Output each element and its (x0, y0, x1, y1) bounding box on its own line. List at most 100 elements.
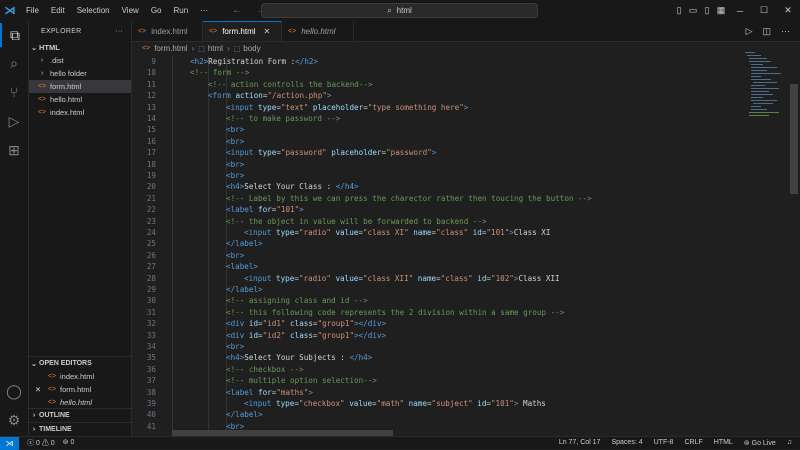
tab-hello-html[interactable]: <> hello.html (282, 21, 354, 41)
breadcrumb-body[interactable]: body (243, 44, 260, 53)
back-arrow-icon[interactable]: ← (232, 5, 242, 16)
code-line: 16 <br> (132, 136, 742, 147)
line-number: 29 (146, 285, 156, 294)
tree-folder[interactable]: › .dist (29, 54, 131, 67)
element-icon: ⬚ (198, 45, 205, 53)
code-text: <!-- this following code represents the … (226, 307, 565, 317)
line-number: 17 (146, 148, 156, 158)
code-line: 29 </label> (132, 284, 742, 295)
go-live-button[interactable]: ⊚ Go Live (744, 439, 776, 447)
breadcrumb-html[interactable]: html (208, 44, 223, 53)
vscode-logo-icon: ⋊ (4, 5, 16, 17)
extensions-icon[interactable]: ⊞ (0, 138, 28, 162)
code-text: <form action="/action.php"> (208, 91, 332, 101)
workspace-folder-label: HTML (39, 43, 60, 52)
encoding[interactable]: UTF-8 (654, 439, 674, 447)
line-number: 20 (146, 182, 156, 192)
ports-indicator[interactable]: ⊚ 0 (63, 438, 75, 448)
menu-item[interactable]: File (20, 0, 45, 21)
cursor-position[interactable]: Ln 77, Col 17 (559, 439, 601, 447)
open-editor-item[interactable]: <> index.html (29, 370, 131, 383)
run-icon[interactable]: ▷ (746, 26, 753, 37)
code-text: <!-- form --> (190, 68, 250, 78)
code-line: 30 <!-- assigning class and id --> (132, 295, 742, 306)
minimap[interactable] (743, 42, 789, 432)
line-number: 14 (146, 114, 156, 123)
account-icon[interactable]: ◯ (0, 379, 28, 403)
tab-label: hello.html (301, 26, 336, 36)
html-file-icon: <> (142, 45, 151, 52)
code-text: <label for="maths"> (226, 387, 313, 397)
search-icon[interactable]: ⌕ (0, 51, 28, 75)
remote-indicator-icon[interactable]: ⋊ (0, 436, 19, 450)
html-file-icon: <> (209, 28, 218, 35)
tree-folder[interactable]: › hello folder (29, 67, 131, 80)
menu-item[interactable]: ··· (194, 0, 214, 21)
tree-file[interactable]: <> hello.html (29, 93, 131, 106)
notifications-bell-icon[interactable]: ♫ (787, 439, 792, 447)
run-debug-icon[interactable]: ▷ (0, 109, 28, 133)
menu-item[interactable]: View (116, 0, 145, 21)
toggle-panel-icon[interactable]: ▭ (686, 5, 700, 16)
tree-file[interactable]: <> index.html (29, 106, 131, 119)
tree-file[interactable]: <> form.html (29, 80, 131, 93)
outline-header[interactable]: › OUTLINE (29, 408, 131, 422)
code-text: <input type="radio" value="class XII" na… (244, 273, 560, 283)
files-icon[interactable]: ⧉ (0, 23, 28, 47)
split-editor-icon[interactable]: ◫ (762, 26, 771, 37)
line-number: 16 (146, 136, 156, 146)
explorer-more-button[interactable]: ··· (115, 28, 123, 35)
maximize-button[interactable]: ☐ (752, 5, 776, 16)
close-window-button[interactable]: ✕ (776, 5, 800, 16)
line-ending[interactable]: CRLF (684, 439, 702, 447)
line-number: 19 (146, 171, 156, 180)
code-text: <br> (226, 159, 245, 169)
menu-item[interactable]: Go (145, 0, 168, 21)
code-line: 14 <!-- to make password --> (132, 113, 742, 124)
ports-count: 0 (70, 439, 75, 446)
tab-index-html[interactable]: <> index.html (132, 21, 203, 41)
menu-item[interactable]: Edit (45, 0, 71, 21)
menu-item[interactable]: Selection (71, 0, 116, 21)
more-actions-icon[interactable]: ··· (781, 26, 790, 36)
settings-gear-icon[interactable]: ⚙ (0, 408, 28, 432)
open-editors-header[interactable]: ⌄ OPEN EDITORS (29, 356, 131, 370)
line-number: 26 (146, 250, 156, 260)
toggle-secondary-sidebar-icon[interactable]: ▯ (700, 5, 714, 16)
minimize-button[interactable]: ─ (728, 6, 752, 16)
code-line: 22 <label for="101"> (132, 204, 742, 215)
warning-icon: ⚠ (41, 440, 49, 447)
problems-indicator[interactable]: ⓧ 0 ⚠ 0 (27, 438, 55, 448)
code-line: 26 <br> (132, 250, 742, 261)
source-control-icon[interactable]: ⑂ (0, 80, 28, 104)
command-center-search[interactable]: ⌕ html (261, 3, 538, 18)
open-editor-item[interactable]: ✕ <> form.html (29, 383, 131, 396)
workspace-folder[interactable]: ⌄ HTML (29, 41, 131, 54)
tree-item-label: index.html (50, 108, 85, 117)
line-number: 40 (146, 410, 156, 420)
line-number: 33 (146, 330, 156, 340)
customize-layout-icon[interactable]: ▦ (714, 5, 728, 16)
menu-item[interactable]: Run (167, 0, 194, 21)
code-editor[interactable]: 9 <h2>Registration Form :</h2> 10 <!-- form… (132, 56, 742, 432)
toggle-primary-sidebar-icon[interactable]: ▯ (672, 5, 686, 16)
indentation[interactable]: Spaces: 4 (611, 439, 642, 447)
close-icon[interactable]: ✕ (264, 27, 271, 36)
menu-bar: File Edit Selection View Go Run ··· (20, 0, 214, 21)
explorer-sidebar: EXPLORER ··· ⌄ HTML › .dist › hello folder <… (29, 21, 132, 436)
explorer-header: EXPLORER ··· (29, 21, 131, 41)
tree-item-label: hello.html (50, 95, 83, 104)
timeline-header[interactable]: › TIMELINE (29, 422, 131, 436)
open-editors-title: OPEN EDITORS (39, 360, 92, 367)
language-mode[interactable]: HTML (714, 439, 733, 447)
line-number: 13 (146, 102, 156, 112)
status-bar: ⋊ ⓧ 0 ⚠ 0 ⊚ 0 Ln 77, Col 17 Spaces: 4 UT… (0, 436, 800, 450)
close-icon[interactable]: ✕ (29, 385, 47, 394)
line-number: 25 (146, 239, 156, 249)
html-file-icon: <> (138, 27, 147, 35)
breadcrumb-file[interactable]: form.html (154, 44, 187, 53)
tab-form-html[interactable]: <> form.html ✕ (203, 21, 282, 41)
vertical-scrollbar-thumb[interactable] (790, 84, 798, 194)
line-number: 37 (146, 376, 156, 386)
code-line: 37 <!-- multiple option selection--> (132, 375, 742, 386)
